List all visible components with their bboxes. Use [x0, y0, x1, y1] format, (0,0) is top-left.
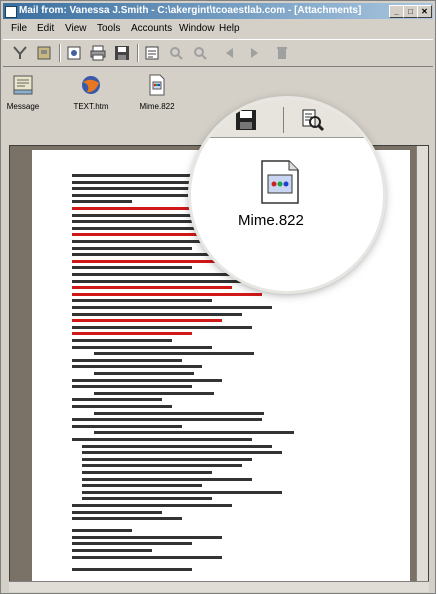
menu-accounts[interactable]: Accounts [131, 21, 172, 37]
message-text-line [94, 352, 254, 356]
message-text-line [82, 477, 252, 481]
toolbar-separator [137, 44, 139, 62]
mime-file-icon [149, 74, 165, 96]
message-text-line [72, 385, 192, 389]
message-text-line [82, 471, 212, 474]
find-icon[interactable] [191, 44, 209, 62]
attachment-text-htm[interactable]: TEXT.htm [69, 73, 113, 111]
message-text-line [72, 339, 172, 342]
message-text-line [94, 372, 194, 375]
properties-icon[interactable] [143, 44, 161, 62]
message-text-line [72, 319, 222, 323]
back-icon[interactable] [221, 44, 239, 62]
attachment-label: Message [6, 102, 40, 111]
message-text-line [72, 220, 192, 224]
save-icon[interactable] [113, 44, 131, 62]
attachment-label: Mime.822 [139, 102, 175, 111]
message-text-line [72, 424, 182, 428]
attachment-message[interactable]: Message [5, 73, 41, 111]
message-text-line [72, 299, 212, 303]
message-text-line [94, 391, 214, 395]
vertical-scrollbar[interactable] [416, 146, 428, 582]
print-icon[interactable] [89, 44, 107, 62]
mail-window: Mail from: Vanessa J.Smith - C:\akergint… [0, 0, 436, 594]
message-text-line [72, 292, 262, 296]
menu-file[interactable]: File [11, 21, 27, 37]
menu-tools[interactable]: Tools [97, 21, 120, 37]
message-text-line [82, 457, 252, 461]
menu-bar: File Edit View Tools Accounts Window Hel… [3, 21, 433, 37]
message-text-line [72, 378, 222, 382]
message-text-line [72, 312, 242, 316]
save-icon [236, 110, 256, 130]
minimize-button[interactable]: _ [389, 5, 404, 18]
menu-help[interactable]: Help [219, 21, 240, 37]
message-text-line [72, 529, 132, 533]
preview-search-icon [302, 109, 325, 132]
callout-toolbar [191, 99, 383, 138]
attachment-label: TEXT.htm [73, 102, 109, 111]
title-bar[interactable]: Mail from: Vanessa J.Smith - C:\akergint… [3, 3, 433, 19]
menu-window[interactable]: Window [179, 21, 215, 37]
message-text-line [72, 535, 222, 539]
message-text-line [72, 542, 192, 546]
zoom-icon[interactable] [167, 44, 185, 62]
message-text-line [72, 567, 192, 571]
message-text-line [82, 444, 272, 448]
app-icon [5, 6, 17, 18]
message-text-line [72, 555, 222, 559]
message-text-line [82, 497, 212, 501]
message-text-line [94, 411, 264, 415]
message-text-line [72, 200, 132, 204]
view-icon[interactable] [65, 44, 83, 62]
message-text-line [82, 484, 202, 488]
message-text-line [72, 325, 252, 329]
delete-icon[interactable] [273, 44, 291, 62]
toolbar [3, 39, 433, 67]
message-text-line [82, 451, 282, 455]
message-text-line [94, 431, 294, 435]
message-icon [13, 75, 33, 95]
forward-icon[interactable] [245, 44, 263, 62]
message-text-line [72, 358, 182, 362]
message-text-line [72, 246, 192, 250]
menu-edit[interactable]: Edit [37, 21, 54, 37]
message-text-line [72, 405, 172, 408]
message-text-line [82, 464, 242, 468]
message-text-line [72, 253, 222, 257]
message-text-line [72, 273, 252, 276]
toolbar-separator [59, 44, 61, 62]
message-text-line [72, 266, 192, 270]
filter-icon[interactable] [11, 44, 29, 62]
mime-file-icon [261, 160, 299, 204]
message-text-line [72, 306, 272, 309]
horizontal-scrollbar[interactable] [9, 581, 429, 592]
attachment-mime-822[interactable]: Mime.822 [137, 73, 177, 111]
zoom-callout: Mime.822 [191, 99, 383, 291]
callout-file-label: Mime.822 [233, 211, 309, 230]
message-text-line [82, 490, 282, 494]
toolbar-separator [283, 107, 284, 133]
browser-icon [82, 76, 100, 94]
menu-view[interactable]: View [65, 21, 87, 37]
message-text-line [72, 345, 212, 349]
message-text-line [72, 510, 162, 514]
message-text-line [72, 517, 182, 521]
message-text-line [72, 233, 212, 237]
address-book-icon[interactable] [35, 44, 53, 62]
message-text-line [72, 549, 152, 552]
maximize-button[interactable]: □ [403, 5, 418, 18]
message-text-line [72, 286, 232, 290]
close-button[interactable]: ✕ [417, 5, 432, 18]
message-text-line [72, 332, 192, 336]
message-text-line [72, 398, 162, 402]
message-text-line [72, 365, 202, 369]
message-text-line [72, 504, 232, 507]
window-title: Mail from: Vanessa J.Smith - C:\akergint… [19, 5, 362, 16]
message-text-line [72, 418, 262, 422]
message-text-line [72, 438, 252, 441]
